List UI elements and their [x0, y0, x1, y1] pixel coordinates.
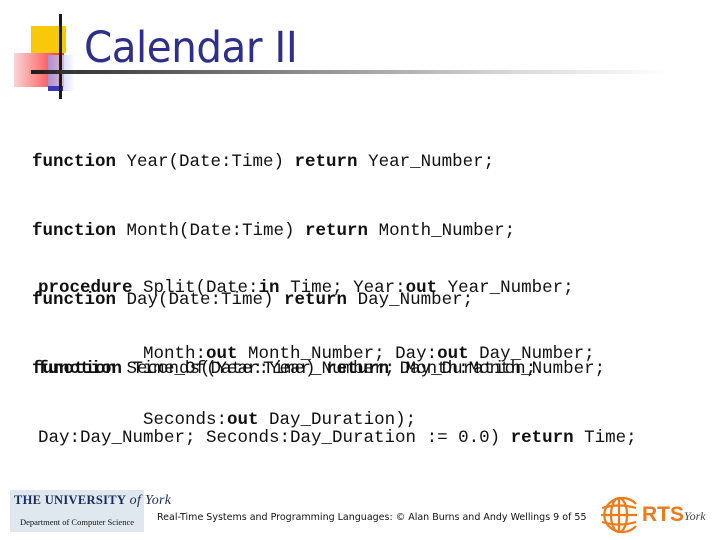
footer-credit: Real-Time Systems and Programming Langua… [157, 512, 587, 523]
code-line-split-1: procedure Split(Date:in Time; Year:out Y… [38, 278, 574, 298]
rts-york-logo: RTS York [598, 494, 713, 536]
code-line-timeof-1: function Time_Of(Year:Year_Number; Month… [38, 359, 606, 379]
globe-icon [601, 496, 637, 534]
slide-title: Calendar II [84, 23, 298, 73]
rts-york-label: York [684, 509, 706, 523]
code-line-timeof-2: Day:Day_Number; Seconds:Day_Duration := … [38, 428, 637, 448]
university-name: The University of York [14, 493, 172, 508]
time-of-function: function Time_Of(Year:Year_Number; Month… [38, 319, 637, 477]
department-name: Department of Computer Science [19, 517, 134, 527]
code-line-year: function Year(Date:Time) return Year_Num… [32, 152, 495, 172]
university-of-york-logo: The University of York Department of Com… [10, 490, 171, 532]
decor-vertical-line [59, 14, 62, 99]
rts-label: RTS [642, 503, 684, 526]
